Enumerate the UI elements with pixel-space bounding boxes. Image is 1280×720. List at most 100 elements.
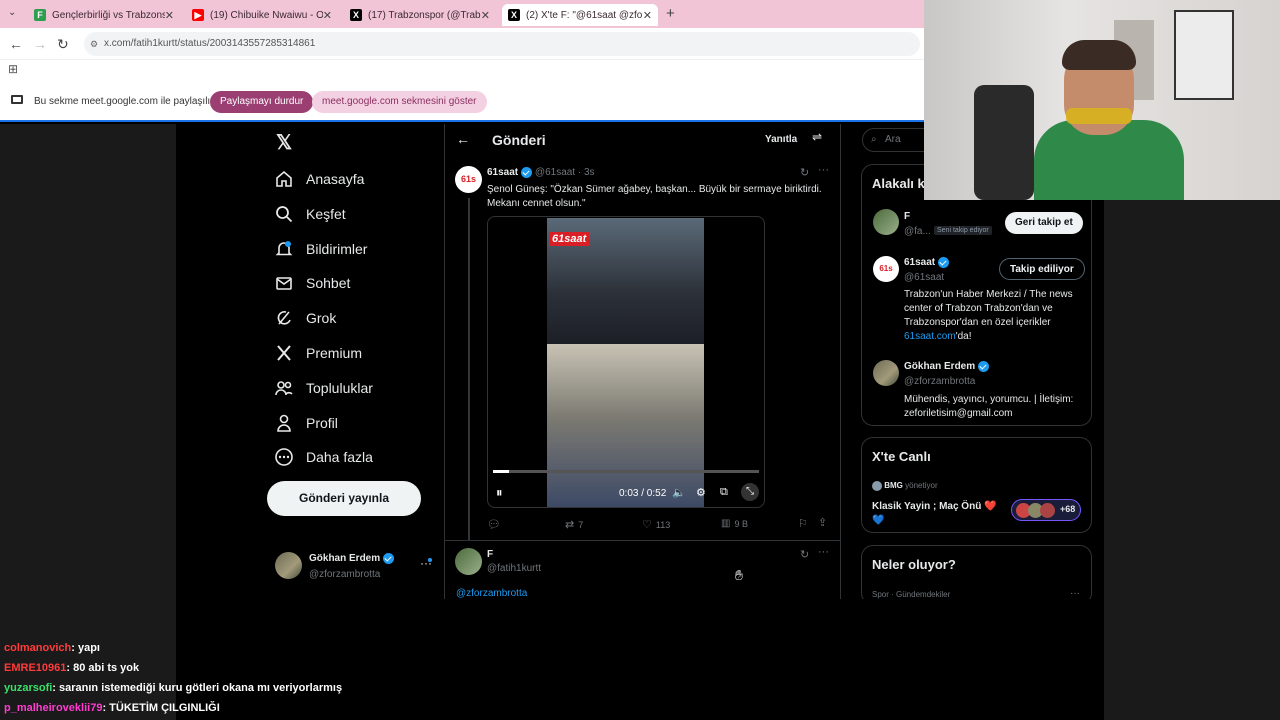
stop-sharing-button[interactable]: Paylaşmayı durdur	[210, 91, 314, 113]
follow-back-button[interactable]: Geri takip et	[1005, 212, 1083, 234]
nav-item-grok[interactable]: Grok	[274, 306, 336, 330]
tweet-author-handle[interactable]: @61saat	[535, 167, 575, 178]
listener-count: +68	[1060, 504, 1076, 514]
tab-3[interactable]: X (17) Trabzonspor (@Trabzonsp ✕	[344, 4, 496, 26]
reply-mention-link[interactable]: @zforzambrotta	[456, 588, 527, 599]
tweet-author-name[interactable]: 61saat	[487, 167, 518, 178]
search-icon: ⌕	[871, 134, 877, 145]
live-title: X'te Canlı	[872, 449, 931, 464]
nav-item-profil[interactable]: Profil	[274, 411, 338, 435]
settings-gear-icon[interactable]: ⚙	[696, 486, 706, 499]
verified-badge-icon	[978, 361, 990, 372]
share-icon[interactable]: ⇪	[818, 516, 827, 529]
related-avatar-1[interactable]	[873, 209, 899, 235]
nav-item-sohbet[interactable]: Sohbet	[274, 271, 350, 295]
live-host-row[interactable]: BMG yönetiyor	[872, 481, 938, 491]
tab-2-close-icon[interactable]: ✕	[323, 9, 332, 22]
webcam-chair	[974, 85, 1034, 200]
related-name-1[interactable]: F	[904, 211, 910, 222]
url-text: x.com/fatih1kurtt/status/200314355728531…	[104, 38, 316, 49]
video-time: 0:03 / 0:52	[619, 488, 667, 499]
nav-item-bildirimler[interactable]: Bildirimler	[274, 237, 367, 261]
nav-item-label: Anasayfa	[306, 171, 365, 187]
more-dots-icon[interactable]: ···	[1070, 588, 1080, 599]
tab-3-close-icon[interactable]: ✕	[481, 9, 490, 22]
url-input[interactable]: ⚙ x.com/fatih1kurtt/status/2003143557285…	[84, 32, 920, 56]
related-handle-2[interactable]: @61saat	[904, 272, 944, 283]
live-text[interactable]: Klasik Yayin ; Maç Önü ❤️ 💙	[872, 500, 1002, 528]
grok-icon[interactable]: ↻	[800, 166, 809, 179]
account-switcher[interactable]: Gökhan Erdem @zforzambrotta ···	[275, 550, 435, 582]
like-action[interactable]: ♡ 113	[642, 518, 670, 531]
tab-list-chevron-icon[interactable]: ⌄	[8, 7, 16, 18]
views-action[interactable]: ▥ 9 B	[721, 518, 748, 529]
tweet-time[interactable]: · 3s	[578, 167, 595, 178]
related-handle-3[interactable]: @zforzambrotta	[904, 376, 975, 387]
following-button[interactable]: Takip ediliyor	[999, 258, 1085, 280]
related-handle-1[interactable]: @fa...	[904, 226, 931, 237]
video-progress-track[interactable]	[493, 470, 759, 473]
x-logo-icon[interactable]: 𝕏	[276, 130, 292, 155]
nav-item-label: Daha fazla	[306, 449, 373, 466]
tab-4-title: (2) X'te F: "@61saat @zforz	[526, 9, 643, 21]
site-info-icon[interactable]: ⚙	[90, 32, 98, 56]
trends-subtitle: Spor · Gündemdekiler	[872, 590, 951, 599]
tab-4-close-icon[interactable]: ✕	[643, 9, 652, 22]
nav-item-daha-fazla[interactable]: Daha fazla	[274, 445, 373, 469]
reply-sort-button[interactable]: Yanıtla	[755, 130, 808, 150]
related-avatar-3[interactable]	[873, 360, 899, 386]
x-logo-icon: X	[350, 9, 362, 21]
nav-item-topluluklar[interactable]: Topluluklar	[274, 376, 373, 400]
pause-icon[interactable]: ⏸	[496, 485, 503, 501]
related-avatar-2[interactable]: 61s	[873, 256, 899, 282]
reply-author-handle[interactable]: @fatih1kurtt	[487, 563, 541, 574]
tab-4-active[interactable]: X (2) X'te F: "@61saat @zforz ✕	[502, 4, 658, 26]
account-name: Gökhan Erdem	[309, 553, 381, 565]
stream-right-backdrop	[1104, 200, 1280, 720]
nav-item-anasayfa[interactable]: Anasayfa	[274, 167, 364, 191]
tab-1-close-icon[interactable]: ✕	[165, 9, 174, 22]
back-arrow-icon[interactable]: ←	[456, 131, 470, 147]
x-logo-icon	[274, 343, 306, 363]
reload-icon[interactable]: ↻	[57, 36, 69, 53]
reply-action[interactable]: 💬︎	[487, 518, 501, 531]
related-bio-2: Trabzon'un Haber Merkezi / The news cent…	[904, 288, 1084, 344]
more-dots-icon[interactable]: ···	[818, 546, 829, 558]
show-meet-tab-button[interactable]: meet.google.com sekmesini göster	[312, 91, 487, 113]
x-logo-icon: X	[508, 9, 520, 21]
retweet-action[interactable]: ⇄ 7	[565, 518, 583, 531]
exit-fullscreen-icon[interactable]: ⤡	[741, 483, 759, 501]
verified-badge-icon	[938, 257, 950, 268]
forward-icon[interactable]: →	[33, 36, 47, 52]
chat-text: : yapı	[71, 642, 100, 654]
tweet-avatar[interactable]: 61s	[455, 166, 482, 193]
nav-item-premium[interactable]: Premium	[274, 341, 362, 365]
reply-sort-label: Yanıtla	[765, 134, 798, 145]
apps-grid-icon[interactable]: ⊞	[8, 62, 18, 76]
tab-2[interactable]: ▶ (19) Chibuike Nwaiwu - Overp ✕	[186, 4, 338, 26]
comment-icon: 💬︎	[487, 519, 501, 531]
tab-1[interactable]: F Gençlerbirliği vs Trabzonspor - ✕	[28, 4, 180, 26]
post-button[interactable]: Gönderi yayınla	[267, 481, 421, 516]
grok-icon[interactable]: ↻	[800, 548, 809, 561]
related-bio-2-link[interactable]: 61saat.com	[904, 331, 956, 342]
picture-in-picture-icon[interactable]: ⧉	[720, 486, 728, 499]
live-listeners-pill[interactable]: +68	[1011, 499, 1081, 521]
live-host-suffix: yönetiyor	[905, 481, 938, 491]
stream-left-backdrop	[0, 124, 176, 720]
nav-item-keşfet[interactable]: Keşfet	[274, 202, 346, 226]
mouse-cursor: ✋︎	[735, 567, 743, 583]
related-name-3[interactable]: Gökhan Erdem	[904, 361, 975, 372]
live-host-name: BMG	[884, 481, 903, 491]
reply-author-name[interactable]: F	[487, 549, 493, 560]
reply-avatar[interactable]	[455, 548, 482, 575]
nav-item-label: Bildirimler	[306, 240, 368, 257]
related-name-2[interactable]: 61saat	[904, 257, 935, 268]
more-dots-icon[interactable]: ···	[818, 164, 829, 176]
bookmark-icon[interactable]: ⚐	[798, 517, 808, 530]
bookmarks-bar: ⊞	[0, 60, 924, 82]
back-icon[interactable]: ←	[9, 36, 23, 52]
volume-icon[interactable]: 🔈	[672, 486, 686, 499]
new-tab-button[interactable]: +	[666, 5, 675, 22]
settings-sliders-icon[interactable]: ⇌	[812, 130, 822, 144]
